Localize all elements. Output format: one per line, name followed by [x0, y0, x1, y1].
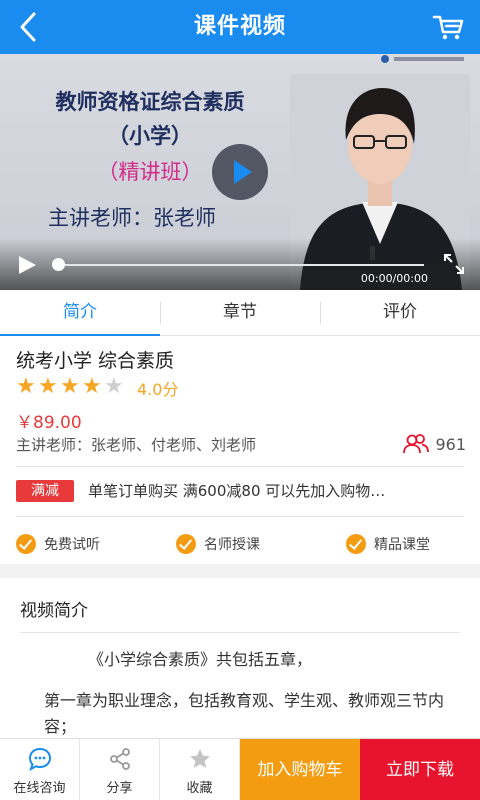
share-icon	[110, 748, 130, 770]
shopping-cart-icon	[432, 15, 464, 40]
description-paragraph: 《小学综合素质》共包括五章，	[88, 650, 313, 669]
tab-reviews[interactable]: 评价	[320, 290, 480, 335]
student-count-value: 961	[435, 434, 466, 454]
feature-label: 名师授课	[204, 537, 260, 553]
page-title: 课件视频	[193, 14, 286, 39]
description-paragraph: 第一章为职业理念，包括教育观、学生观、教师观三节内容；	[44, 691, 445, 736]
tab-intro[interactable]: 简介	[0, 290, 160, 336]
cart-button[interactable]	[432, 12, 466, 42]
divider	[16, 466, 464, 467]
teacher-list: 主讲老师：张老师、付老师、刘老师	[16, 436, 257, 454]
users-icon	[403, 434, 430, 454]
download-button[interactable]: 立即下载	[360, 739, 480, 800]
video-description: 视频简介 《小学综合素质》共包括五章， 第一章为职业理念，包括教育观、学生观、教…	[0, 578, 480, 738]
top-nav-bar: 课件视频	[0, 0, 480, 54]
check-icon	[176, 534, 196, 554]
center-play-button[interactable]	[212, 144, 268, 200]
play-icon[interactable]	[16, 254, 38, 276]
feature-label: 免费试听	[44, 537, 100, 553]
share-label: 分享	[106, 781, 133, 796]
rating-stars: ★ ★ ★ ★ ★	[16, 376, 126, 398]
consult-button[interactable]: 在线咨询	[0, 739, 80, 800]
video-subtitle-line: （小学）	[108, 124, 192, 148]
star-icon	[190, 749, 210, 768]
favorite-button[interactable]: 收藏	[160, 739, 240, 800]
progress-track[interactable]	[56, 264, 424, 266]
watermark-logo	[381, 55, 464, 63]
consult-label: 在线咨询	[13, 781, 66, 796]
promo-badge: 满减	[16, 480, 74, 502]
star-empty-icon: ★	[104, 374, 124, 399]
student-count: 961	[403, 432, 466, 456]
divider	[20, 632, 460, 633]
favorite-label: 收藏	[186, 781, 213, 796]
price: ￥89.00	[16, 413, 82, 433]
tab-bar: 简介 章节 评价	[0, 290, 480, 336]
star-filled-icon: ★	[16, 374, 36, 399]
video-title-line: 教师资格证综合素质	[55, 90, 245, 114]
star-filled-icon: ★	[60, 374, 80, 399]
feature-label: 精品课堂	[374, 537, 430, 553]
progress-knob[interactable]	[52, 258, 65, 271]
feature-item: 免费试听	[16, 532, 176, 556]
add-to-cart-button[interactable]: 加入购物车	[240, 739, 360, 800]
feature-item: 名师授课	[176, 532, 346, 556]
check-icon	[16, 534, 36, 554]
divider	[16, 516, 464, 517]
star-filled-icon: ★	[82, 374, 102, 399]
fullscreen-icon[interactable]	[442, 252, 466, 276]
share-button[interactable]: 分享	[80, 739, 160, 800]
rating-text: 4.0分	[137, 380, 179, 399]
tab-chapters[interactable]: 章节	[160, 290, 320, 335]
video-player[interactable]: 教师资格证综合素质 （小学） （精讲班） 主讲老师：张老师 00:00/00:0…	[0, 54, 480, 290]
feature-item: 精品课堂	[346, 532, 430, 556]
course-title: 统考小学 综合素质	[16, 350, 175, 372]
promo-text[interactable]: 单笔订单购买 满600减80 可以先加入购物…	[88, 480, 458, 502]
video-teacher-line: 主讲老师：张老师	[48, 206, 216, 230]
bottom-action-bar: 在线咨询 分享 收藏 加入购物车 立即下载	[0, 738, 480, 800]
check-icon	[346, 534, 366, 554]
course-info: 统考小学 综合素质 ★ ★ ★ ★ ★ 4.0分 ￥89.00 主讲老师：张老师…	[0, 336, 480, 564]
time-display: 00:00/00:00	[360, 272, 428, 285]
feature-list: 免费试听 名师授课 精品课堂	[16, 532, 464, 556]
video-controls: 00:00/00:00	[0, 238, 480, 290]
chat-bubble-icon	[28, 747, 52, 771]
section-title: 视频简介	[20, 601, 88, 621]
star-filled-icon: ★	[38, 374, 58, 399]
